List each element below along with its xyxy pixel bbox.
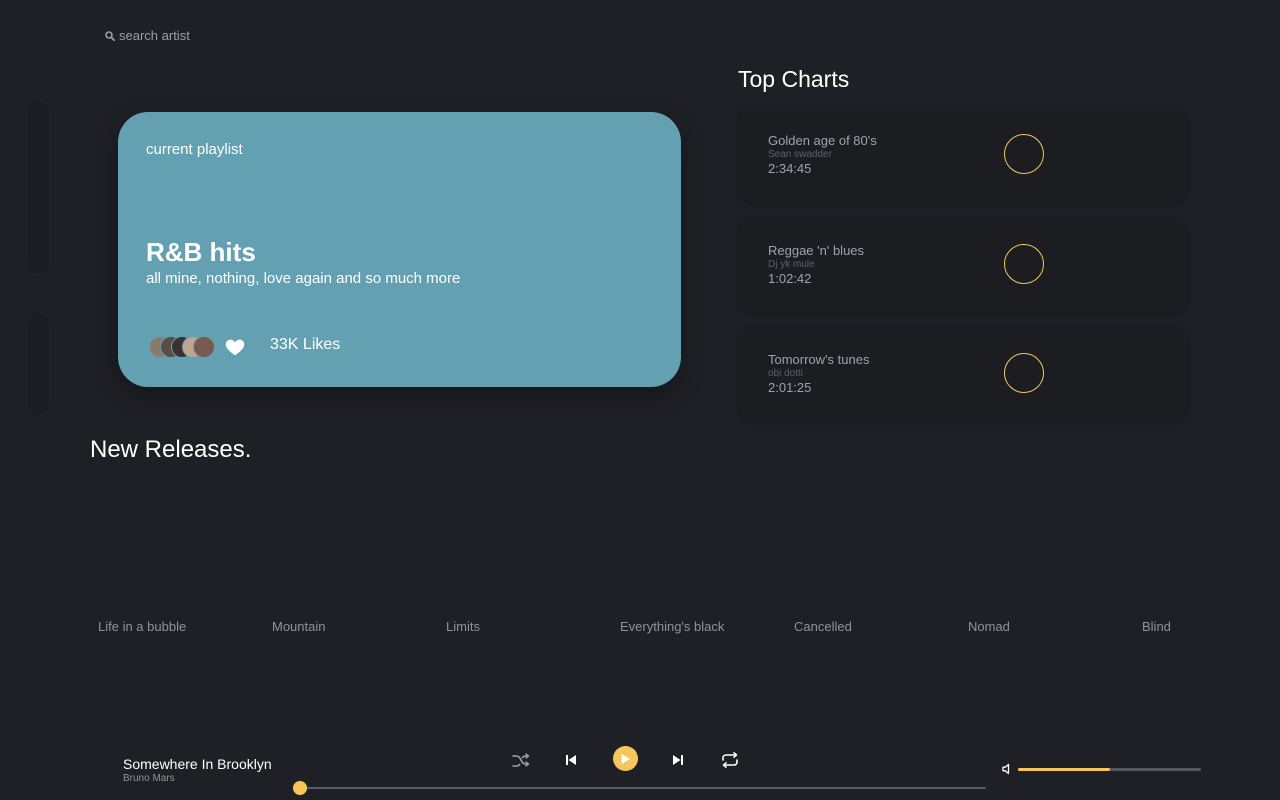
chart-item[interactable]: Golden age of 80's Sean swadder 2:34:45 xyxy=(738,107,1187,202)
release-item[interactable]: Nomad xyxy=(968,619,1010,634)
chart-item-duration: 1:02:42 xyxy=(768,271,812,286)
chart-item-artist: Sean swadder xyxy=(768,149,832,160)
shuffle-button[interactable] xyxy=(511,752,531,770)
playlist-subtitle: all mine, nothing, love again and so muc… xyxy=(146,270,461,287)
release-item[interactable]: Everything's black xyxy=(620,619,724,634)
shuffle-icon xyxy=(512,753,530,767)
chart-item-name: Golden age of 80's xyxy=(768,133,877,148)
search-icon xyxy=(105,30,115,41)
progress-thumb[interactable] xyxy=(293,781,307,795)
chart-item-name: Reggae 'n' blues xyxy=(768,243,865,258)
chart-item-name: Tomorrow's tunes xyxy=(768,352,870,367)
release-item[interactable]: Mountain xyxy=(272,619,325,634)
chart-item-artist: Dj yk mule xyxy=(768,259,815,270)
progress-bar[interactable] xyxy=(293,781,986,795)
next-button[interactable] xyxy=(671,752,685,768)
volume-fill xyxy=(1018,768,1110,771)
volume-slider[interactable] xyxy=(1018,768,1201,771)
release-item[interactable]: Life in a bubble xyxy=(98,619,186,634)
avatar xyxy=(193,336,215,358)
search-bar[interactable]: search artist xyxy=(105,28,190,43)
volume-icon[interactable] xyxy=(1002,763,1014,775)
chart-play-button[interactable] xyxy=(1004,244,1044,284)
chart-item[interactable]: Reggae 'n' blues Dj yk mule 1:02:42 xyxy=(738,217,1187,312)
search-input[interactable]: search artist xyxy=(119,28,190,43)
repeat-button[interactable] xyxy=(720,751,740,769)
release-item[interactable]: Limits xyxy=(446,619,480,634)
skip-previous-icon xyxy=(566,755,576,765)
playlist-title: R&B hits xyxy=(146,237,256,267)
repeat-icon xyxy=(722,752,738,768)
current-playlist-card[interactable]: current playlist R&B hits all mine, noth… xyxy=(118,112,681,387)
sidebar-nav-bottom[interactable] xyxy=(26,311,50,417)
play-icon xyxy=(621,753,630,764)
top-charts-title: Top Charts xyxy=(738,66,850,92)
previous-button[interactable] xyxy=(564,752,578,768)
chart-item-artist: obi dotti xyxy=(768,368,804,379)
likes-count: 33K Likes xyxy=(270,336,341,353)
release-item[interactable]: Blind xyxy=(1142,619,1171,634)
chart-play-button[interactable] xyxy=(1004,353,1044,393)
sidebar-nav-top[interactable] xyxy=(26,100,50,275)
listener-avatars xyxy=(149,336,219,358)
heart-icon[interactable] xyxy=(224,336,246,358)
chart-item-duration: 2:01:25 xyxy=(768,380,812,395)
new-releases-title: New Releases. xyxy=(90,436,252,463)
chart-item-duration: 2:34:45 xyxy=(768,161,812,176)
now-playing-artist: Bruno Mars xyxy=(123,773,175,784)
release-item[interactable]: Cancelled xyxy=(794,619,852,634)
play-button[interactable] xyxy=(613,746,638,771)
chart-item[interactable]: Tomorrow's tunes obi dotti 2:01:25 xyxy=(738,326,1187,421)
skip-next-icon xyxy=(673,755,683,765)
chart-play-button[interactable] xyxy=(1004,134,1044,174)
now-playing-title: Somewhere In Brooklyn xyxy=(123,756,272,772)
hero-label: current playlist xyxy=(146,141,243,158)
